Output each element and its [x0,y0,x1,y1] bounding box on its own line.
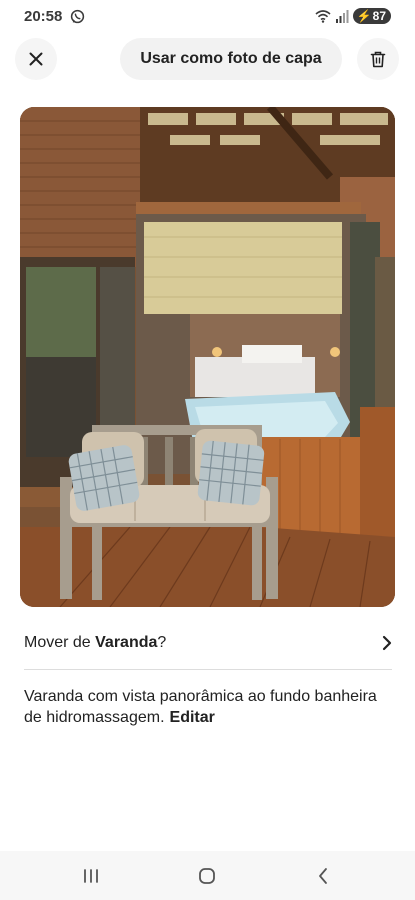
system-nav-bar [0,851,415,900]
back-icon [319,868,327,884]
close-button[interactable] [15,38,57,80]
whatsapp-icon [70,9,85,24]
listing-photo[interactable] [20,107,395,607]
wifi-icon [315,10,331,23]
battery-bolt-icon: ⚡ [356,9,372,23]
room-name: Varanda [95,634,158,651]
home-button[interactable] [195,864,219,888]
trash-icon [370,51,386,67]
chevron-right-icon [382,635,392,651]
edit-caption-link[interactable]: Editar [170,709,215,726]
signal-icon [335,9,349,23]
status-bar: 20:58 ⚡ 87 [0,0,415,34]
top-bar: Usar como foto de capa [0,38,415,82]
photo-illustration [20,107,395,607]
delete-button[interactable] [357,38,399,80]
battery-level: 87 [372,9,386,23]
use-as-cover-button[interactable]: Usar como foto de capa [120,38,342,80]
divider [24,669,392,670]
back-button[interactable] [311,864,335,888]
home-icon [199,868,215,884]
status-time: 20:58 [24,8,63,25]
move-room-text: Mover de Varanda? [24,634,167,651]
photo-caption: Varanda com vista panorâmica ao fundo ba… [24,686,394,728]
recents-button[interactable] [79,864,103,888]
close-icon [29,52,43,66]
battery-indicator: ⚡ 87 [352,8,391,24]
recents-icon [84,869,98,883]
move-room-row[interactable]: Mover de Varanda? [24,620,392,666]
system-icons: ⚡ 87 [315,8,391,24]
